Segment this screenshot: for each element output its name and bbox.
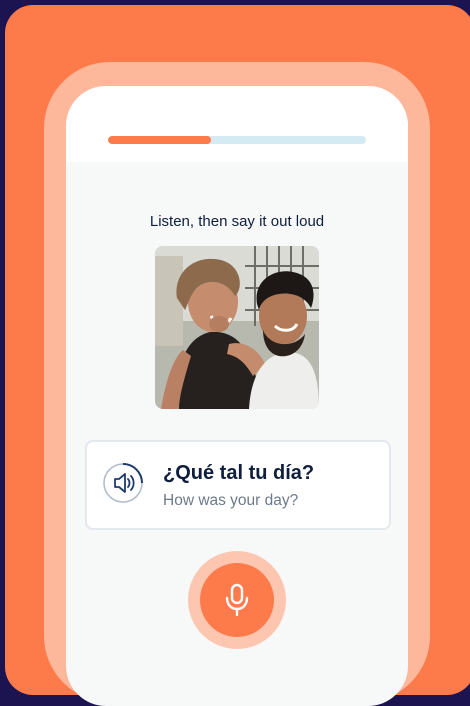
play-audio-button[interactable] bbox=[103, 463, 143, 503]
phrase-translation: How was your day? bbox=[163, 492, 299, 509]
phrase-card: ¿Qué tal tu día? How was your day? bbox=[85, 440, 391, 530]
lesson-progress-bar bbox=[108, 136, 366, 144]
microphone-icon bbox=[225, 583, 249, 617]
target-phrase: ¿Qué tal tu día? bbox=[163, 462, 315, 484]
exercise-photo bbox=[155, 246, 319, 409]
speaker-icon bbox=[103, 463, 143, 503]
record-voice-button[interactable] bbox=[200, 563, 274, 637]
lesson-progress-fill bbox=[108, 136, 212, 144]
phone-screen: Listen, then say it out loud ¿Qué tal tu… bbox=[66, 86, 408, 706]
header-area bbox=[66, 86, 408, 162]
exercise-instruction: Listen, then say it out loud bbox=[149, 213, 325, 230]
